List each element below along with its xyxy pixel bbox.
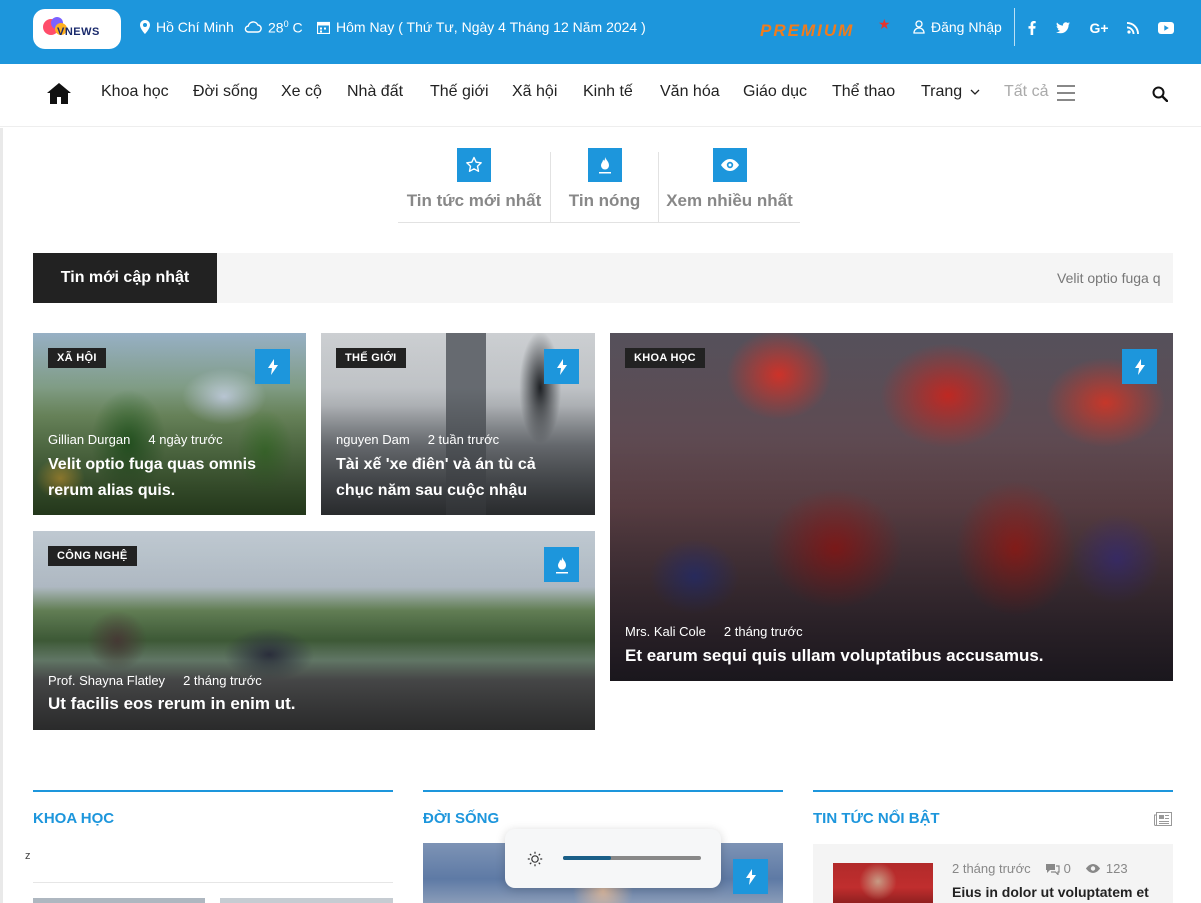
google-plus-icon[interactable]: G+ — [1088, 18, 1110, 38]
eye-icon — [712, 148, 747, 182]
featured-title[interactable]: Eius in dolor ut voluptatem et — [952, 884, 1149, 900]
date-text: Hôm Nay ( Thứ Tư, Ngày 4 Tháng 12 Năm 20… — [336, 19, 646, 35]
nav-item-xa-hoi[interactable]: Xã hội — [512, 83, 557, 101]
comment-icon — [1045, 863, 1060, 875]
rss-icon[interactable] — [1123, 18, 1143, 38]
twitter-icon[interactable] — [1053, 18, 1073, 38]
facebook-icon[interactable] — [1022, 18, 1042, 38]
weather: 280 C — [244, 18, 303, 36]
nav-item-xe-co[interactable]: Xe cộ — [281, 83, 322, 101]
nav-item-trang[interactable]: Trang — [921, 83, 980, 101]
thumbnail-image[interactable] — [33, 898, 205, 903]
nav-item-the-thao[interactable]: Thể thao — [832, 83, 895, 101]
nav-item-tat-ca[interactable]: Tất cả — [1004, 83, 1048, 101]
nav-item-van-hoa[interactable]: Văn hóa — [660, 83, 720, 101]
card-title[interactable]: Et earum sequi quis ullam voluptatibus a… — [625, 643, 1145, 669]
ticker-headline[interactable]: Velit optio fuga quas omnis rerum alias … — [1057, 270, 1161, 286]
hamburger-menu-icon[interactable] — [1057, 85, 1075, 106]
tab-latest-news[interactable]: Tin tức mới nhất — [398, 148, 550, 223]
tab-label: Tin nóng — [568, 191, 641, 210]
card-title[interactable]: Tài xế 'xe điên' và án tù cả chục năm sa… — [336, 452, 576, 504]
thumbnail-image[interactable] — [220, 898, 393, 903]
page-edge — [0, 128, 3, 903]
news-card[interactable]: THẾ GIỚI nguyen Dam 2 tuần trước Tài xế '… — [321, 333, 595, 515]
brightness-slider[interactable] — [563, 856, 701, 860]
top-bar: VNEWS Hồ Chí Minh 280 C Hôm Nay ( Thứ Tư… — [0, 0, 1201, 64]
brightness-slider-fill — [563, 856, 612, 860]
card-title[interactable]: Ut facilis eos rerum in enim ut. — [48, 691, 568, 717]
date: Hôm Nay ( Thứ Tư, Ngày 4 Tháng 12 Năm 20… — [317, 18, 646, 36]
premium-link[interactable]: PREMIUM — [760, 21, 854, 41]
nav-item-giao-duc[interactable]: Giáo dục — [743, 83, 807, 101]
section-title[interactable]: TIN TỨC NỔI BẬT — [813, 810, 940, 827]
search-icon[interactable] — [1152, 86, 1169, 107]
news-tabs: Tin tức mới nhất Tin nóng Xem nhiều nhất — [398, 148, 800, 223]
cloud-icon — [244, 21, 262, 33]
user-icon — [913, 20, 925, 34]
brightness-popup — [505, 829, 721, 888]
news-ticker: Tin mới cập nhật Velit optio fuga quas o… — [33, 253, 1173, 303]
map-pin-icon — [140, 20, 150, 34]
bolt-icon — [733, 859, 768, 894]
nav-item-doi-song[interactable]: Đời sống — [193, 83, 258, 101]
bolt-icon — [255, 349, 290, 384]
calendar-icon — [317, 21, 330, 34]
fire-icon — [544, 547, 579, 582]
card-meta: Gillian Durgan 4 ngày trước — [48, 432, 223, 447]
eye-icon — [1085, 864, 1100, 873]
category-badge[interactable]: KHOA HỌC — [625, 348, 705, 368]
card-meta: Mrs. Kali Cole 2 tháng trước — [625, 624, 803, 639]
category-badge[interactable]: CÔNG NGHỆ — [48, 546, 137, 566]
bolt-icon — [1122, 349, 1157, 384]
bolt-icon — [544, 349, 579, 384]
premium-star-icon: ★ — [878, 16, 891, 32]
news-card[interactable]: CÔNG NGHỆ Prof. Shayna Flatley 2 tháng tr… — [33, 531, 595, 730]
featured-item[interactable]: 2 tháng trước 0 123 Eius in dolor ut vol… — [813, 844, 1173, 903]
card-meta: nguyen Dam 2 tuần trước — [336, 432, 500, 447]
section-title[interactable]: ĐỜI SỐNG — [423, 810, 499, 827]
main-navbar: Khoa học Đời sống Xe cộ Nhà đất Thế giới… — [0, 64, 1201, 127]
location: Hồ Chí Minh — [140, 18, 234, 36]
featured-meta: 2 tháng trước 0 123 — [952, 861, 1128, 876]
featured-thumbnail[interactable] — [833, 863, 933, 903]
site-logo[interactable]: VNEWS — [33, 9, 121, 49]
home-icon[interactable] — [47, 83, 71, 109]
nav-item-nha-dat[interactable]: Nhà đất — [347, 83, 403, 101]
temperature-text: 280 C — [268, 18, 303, 36]
sun-icon — [527, 851, 543, 872]
fire-icon — [587, 148, 622, 182]
tab-label: Tin tức mới nhất — [406, 191, 542, 210]
youtube-icon[interactable] — [1156, 18, 1176, 38]
star-icon — [457, 148, 491, 182]
tab-hot-news[interactable]: Tin nóng — [551, 148, 658, 223]
nav-item-khoa-hoc[interactable]: Khoa học — [101, 83, 169, 101]
card-meta: Prof. Shayna Flatley 2 tháng trước — [48, 673, 262, 688]
nav-item-the-gioi[interactable]: Thế giới — [430, 83, 489, 101]
section-divider — [33, 882, 393, 883]
chevron-down-icon — [970, 89, 980, 95]
section-featured: TIN TỨC NỔI BẬT — [813, 790, 1173, 835]
newspaper-icon — [1154, 812, 1172, 826]
nav-item-kinh-te[interactable]: Kinh tế — [583, 83, 633, 101]
login-text: Đăng Nhập — [931, 19, 1002, 35]
category-badge[interactable]: THẾ GIỚI — [336, 348, 406, 368]
ticker-label: Tin mới cập nhật — [33, 253, 217, 303]
tabs-underline — [398, 222, 800, 223]
category-badge[interactable]: XÃ HỘI — [48, 348, 106, 368]
logo-text: VNEWS — [57, 26, 100, 38]
section-khoa-hoc: KHOA HỌC — [33, 790, 393, 835]
stray-text: z — [25, 850, 31, 862]
section-title[interactable]: KHOA HỌC — [33, 810, 114, 827]
card-title[interactable]: Velit optio fuga quas omnis rerum alias … — [48, 452, 293, 504]
login-link[interactable]: Đăng Nhập — [913, 18, 1002, 36]
topbar-divider — [1014, 8, 1015, 46]
location-text: Hồ Chí Minh — [156, 19, 234, 35]
news-card[interactable]: XÃ HỘI Gillian Durgan 4 ngày trước Velit … — [33, 333, 306, 515]
tab-label: Xem nhiều nhất — [666, 191, 793, 210]
news-card-featured[interactable]: KHOA HỌC Mrs. Kali Cole 2 tháng trước Et … — [610, 333, 1173, 681]
tab-most-viewed[interactable]: Xem nhiều nhất — [659, 148, 800, 223]
